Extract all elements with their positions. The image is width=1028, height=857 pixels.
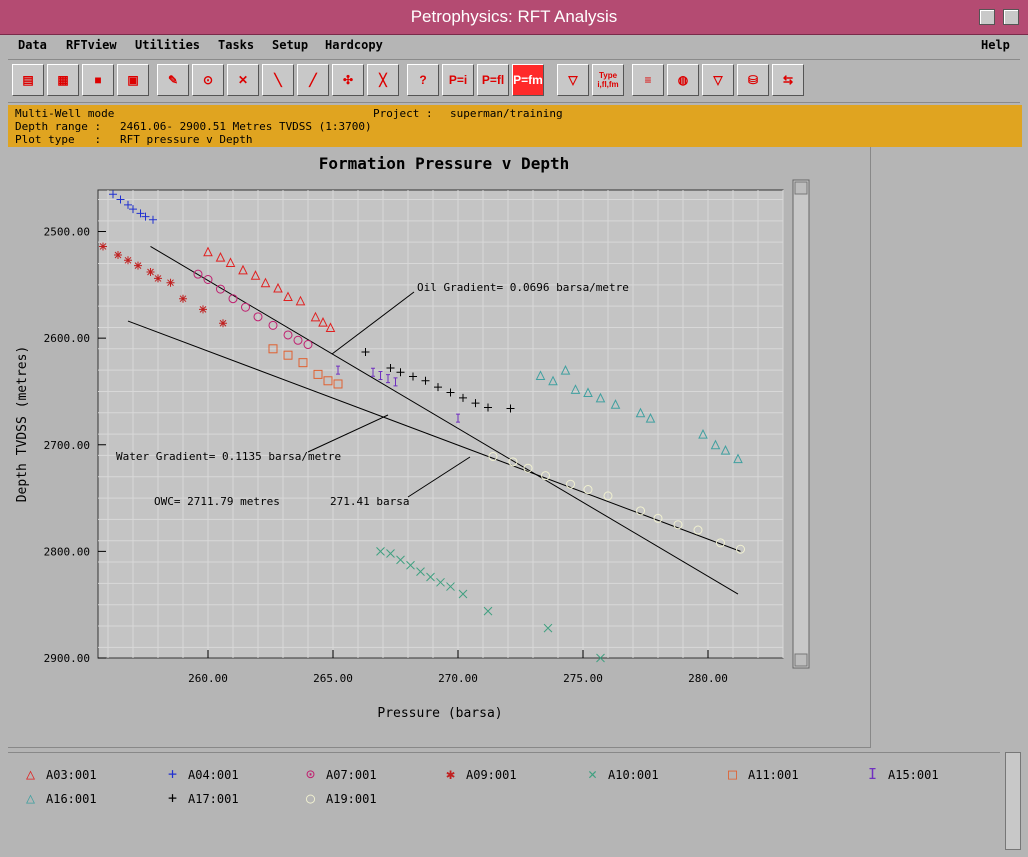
mode-label: Multi-Well mode [15, 107, 115, 120]
oil-gradient-annotation: Oil Gradient= 0.0696 barsa/metre [417, 281, 629, 294]
save-icon[interactable]: ■ [82, 64, 114, 96]
legend-scrollbar[interactable] [1005, 752, 1021, 850]
depth-range-value: 2461.06- 2900.51 Metres TVDSS (1:3700) [120, 120, 372, 133]
data-point [199, 305, 207, 314]
x-tick-label: 280.00 [688, 672, 728, 685]
data-point [146, 268, 155, 277]
data-point [179, 294, 187, 303]
data-point [124, 256, 132, 265]
chart-title: Formation Pressure v Depth [319, 154, 569, 173]
y-tick-label: 2700.00 [44, 439, 90, 452]
right-panel [872, 147, 1020, 747]
palette-icon[interactable]: ◍ [667, 64, 699, 96]
plot-panel: 260.00 265.00 270.00 275.00 280.00 2500.00 260… [8, 147, 871, 748]
y-tick-label: 2500.00 [44, 226, 90, 239]
move-icon[interactable]: ✣ [332, 64, 364, 96]
intersect-icon[interactable]: ╳ [367, 64, 399, 96]
symbols-icon[interactable]: ▽ [702, 64, 734, 96]
window-titlebar: Petrophysics: RFT Analysis [0, 0, 1028, 35]
legend-item-a15[interactable]: I A15:001 [868, 765, 939, 783]
x-tick-label: 265.00 [313, 672, 353, 685]
window-title: Petrophysics: RFT Analysis [410, 7, 618, 26]
plus-icon: + [168, 789, 178, 807]
menu-bar: Data RFTview Utilities Tasks Setup Hardc… [8, 35, 1020, 60]
project-label: Project : [373, 107, 433, 120]
x-tick-label: 270.00 [438, 672, 478, 685]
minimize-button[interactable] [979, 9, 995, 25]
x-icon: ✕ [588, 765, 598, 783]
legend-item-a19[interactable]: ○ A19:001 [306, 789, 377, 807]
legend-item-a09[interactable]: ✱ A09:001 [446, 765, 517, 783]
color-bars-icon[interactable]: ≡ [632, 64, 664, 96]
delete-icon[interactable]: ✕ [227, 64, 259, 96]
triangle-icon: △ [26, 765, 36, 783]
data-point [99, 242, 107, 251]
pressure-fluid-button[interactable]: P=fl [477, 64, 509, 96]
plot-scrollbar [792, 179, 810, 669]
pressure-depth-chart[interactable]: 260.00 265.00 270.00 275.00 280.00 2500.00 260… [8, 147, 870, 747]
legend-item-a03[interactable]: △ A03:001 [26, 765, 97, 783]
legend-panel: △ A03:001 + A04:001 ⊙ A07:001 ✱ A09:001 ✕ A10… [8, 752, 1000, 849]
data-point [166, 278, 175, 287]
menu-rftview[interactable]: RFTview [66, 38, 117, 52]
plot-area [97, 189, 784, 659]
line-fit-icon[interactable]: ╲ [262, 64, 294, 96]
y-axis-label: Depth TVDSS (metres) [15, 346, 30, 503]
depth-range-label: Depth range : [15, 120, 102, 133]
color-book-icon[interactable]: ▦ [47, 64, 79, 96]
menu-setup[interactable]: Setup [272, 38, 308, 52]
open-book-icon[interactable]: ▤ [12, 64, 44, 96]
menu-help[interactable]: Help [981, 38, 1010, 52]
legend-item-a11[interactable]: □ A11:001 [728, 765, 799, 783]
asterisk-icon: ✱ [446, 765, 456, 783]
print-icon[interactable]: ▣ [117, 64, 149, 96]
type-select-button[interactable]: Type i,fl,fm [592, 64, 624, 96]
owc-pressure-annotation: 271.41 barsa [330, 495, 409, 508]
circle-dot-icon: ⊙ [306, 765, 316, 783]
export-icon[interactable]: ⇆ [772, 64, 804, 96]
toolbar: ▤ ▦ ■ ▣ ✎ ⊙ ✕ ╲ ╱ ✣ ╳ ? P=i P=fl P=fm ▽ … [8, 60, 1020, 103]
scroll-down-arrow [794, 653, 808, 667]
owc-annotation: OWC= 2711.79 metres [154, 495, 280, 508]
axis-scale-icon[interactable]: ▽ [557, 64, 589, 96]
water-gradient-annotation: Water Gradient= 0.1135 barsa/metre [116, 450, 341, 463]
draw-line-icon[interactable]: ╱ [297, 64, 329, 96]
query-icon[interactable]: ? [407, 64, 439, 96]
x-tick-label: 275.00 [563, 672, 603, 685]
y-tick-label: 2600.00 [44, 332, 90, 345]
data-point [114, 250, 122, 259]
project-value: superman/training [450, 107, 563, 120]
x-axis-label: Pressure (barsa) [377, 706, 502, 721]
legend-item-a04[interactable]: + A04:001 [168, 765, 239, 783]
legend-item-a07[interactable]: ⊙ A07:001 [306, 765, 377, 783]
menu-tasks[interactable]: Tasks [218, 38, 254, 52]
pressure-initial-button[interactable]: P=i [442, 64, 474, 96]
menu-data[interactable]: Data [18, 38, 47, 52]
legend-item-a16[interactable]: △ A16:001 [26, 789, 97, 807]
scroll-up-arrow [794, 181, 808, 195]
plus-icon: + [168, 765, 178, 783]
edit-icon[interactable]: ✎ [157, 64, 189, 96]
plot-type-label: Plot type : [15, 133, 102, 146]
y-tick-label: 2800.00 [44, 545, 90, 558]
maximize-button[interactable] [1003, 9, 1019, 25]
menu-hardcopy[interactable]: Hardcopy [325, 38, 383, 52]
ibeam-icon: I [868, 765, 878, 783]
pressure-formation-button[interactable]: P=fm [512, 64, 544, 96]
data-point [134, 261, 142, 270]
info-bar: Multi-Well mode Project : superman/train… [8, 105, 1022, 147]
data-point [219, 319, 227, 328]
legend-item-a17[interactable]: + A17:001 [168, 789, 239, 807]
database-icon[interactable]: ⛁ [737, 64, 769, 96]
plot-type-value: RFT pressure v Depth [120, 133, 253, 146]
circle-icon: ○ [306, 789, 316, 807]
x-tick-label: 260.00 [188, 672, 228, 685]
data-point [154, 274, 162, 283]
y-tick-label: 2900.00 [44, 652, 90, 665]
select-points-icon[interactable]: ⊙ [192, 64, 224, 96]
legend-item-a10[interactable]: ✕ A10:001 [588, 765, 659, 783]
triangle-icon: △ [26, 789, 36, 807]
square-icon: □ [728, 765, 738, 783]
menu-utilities[interactable]: Utilities [135, 38, 200, 52]
